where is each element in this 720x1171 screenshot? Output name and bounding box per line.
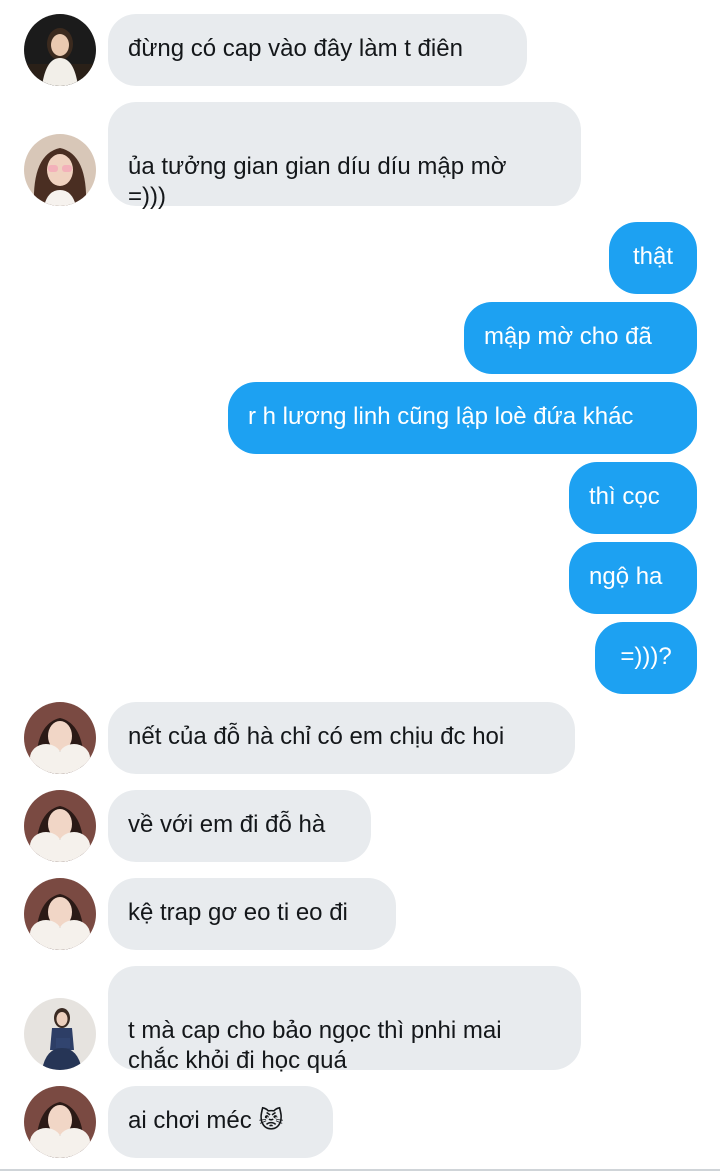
message-text: t mà cap cho bảo ngọc thì pnhi mai chắc … (128, 1017, 502, 1074)
girl-pink-glasses-avatar (24, 134, 96, 206)
message-bubble-outgoing[interactable]: r h lương linh cũng lập loè đứa khác (228, 382, 697, 454)
message-bubble-outgoing[interactable]: mập mờ cho đã (464, 302, 697, 374)
message-text: =)))? (620, 643, 672, 670)
avatar[interactable] (24, 14, 96, 86)
avatar[interactable] (24, 998, 96, 1070)
message-bubble-outgoing[interactable]: =)))? (595, 622, 697, 694)
message-bubble-outgoing[interactable]: thật (609, 222, 697, 294)
girl-blue-dress-avatar (24, 998, 96, 1070)
message-text: ủa tưởng gian gian díu díu mập mờ =))) (128, 153, 507, 210)
girl-dark-outfit-avatar (24, 14, 96, 86)
avatar[interactable] (24, 702, 96, 774)
message-bubble-incoming[interactable]: nết của đỗ hà chỉ có em chịu đc hoi (108, 702, 575, 774)
girl-white-fur-avatar (24, 790, 96, 862)
message-bubble-incoming[interactable]: ai chơi méc 😾 (108, 1086, 333, 1158)
message-bubble-incoming[interactable]: về với em đi đỗ hà (108, 790, 371, 862)
message-text: kệ trap gơ eo ti eo đi (128, 899, 348, 926)
message-text: ai chơi méc 😾 (128, 1107, 284, 1134)
message-bubble-incoming[interactable]: ủa tưởng gian gian díu díu mập mờ =))) (108, 102, 581, 210)
message-text: thật (632, 243, 674, 270)
avatar[interactable] (24, 790, 96, 862)
message-bubble-outgoing[interactable]: ngộ ha (569, 542, 697, 614)
message-text: về với em đi đỗ hà (128, 811, 326, 838)
avatar[interactable] (24, 134, 96, 206)
message-bubble-incoming[interactable]: đừng có cap vào đây làm t điên (108, 14, 527, 86)
message-bubble-incoming[interactable]: kệ trap gơ eo ti eo đi (108, 878, 396, 950)
message-bubble-incoming[interactable]: t mà cap cho bảo ngọc thì pnhi mai chắc … (108, 966, 581, 1074)
message-text: r h lương linh cũng lập loè đứa khác (248, 403, 634, 430)
avatar[interactable] (24, 878, 96, 950)
avatar[interactable] (24, 1086, 96, 1158)
message-text: ngộ ha (589, 563, 663, 590)
girl-white-fur-avatar (24, 878, 96, 950)
girl-white-fur-avatar (24, 1086, 96, 1158)
message-text: mập mờ cho đã (484, 323, 652, 350)
girl-white-fur-avatar (24, 702, 96, 774)
message-bubble-outgoing[interactable]: thì cọc (569, 462, 697, 534)
message-text: thì cọc (589, 483, 660, 510)
message-text: nết của đỗ hà chỉ có em chịu đc hoi (128, 723, 505, 750)
message-text: đừng có cap vào đây làm t điên (128, 35, 463, 62)
